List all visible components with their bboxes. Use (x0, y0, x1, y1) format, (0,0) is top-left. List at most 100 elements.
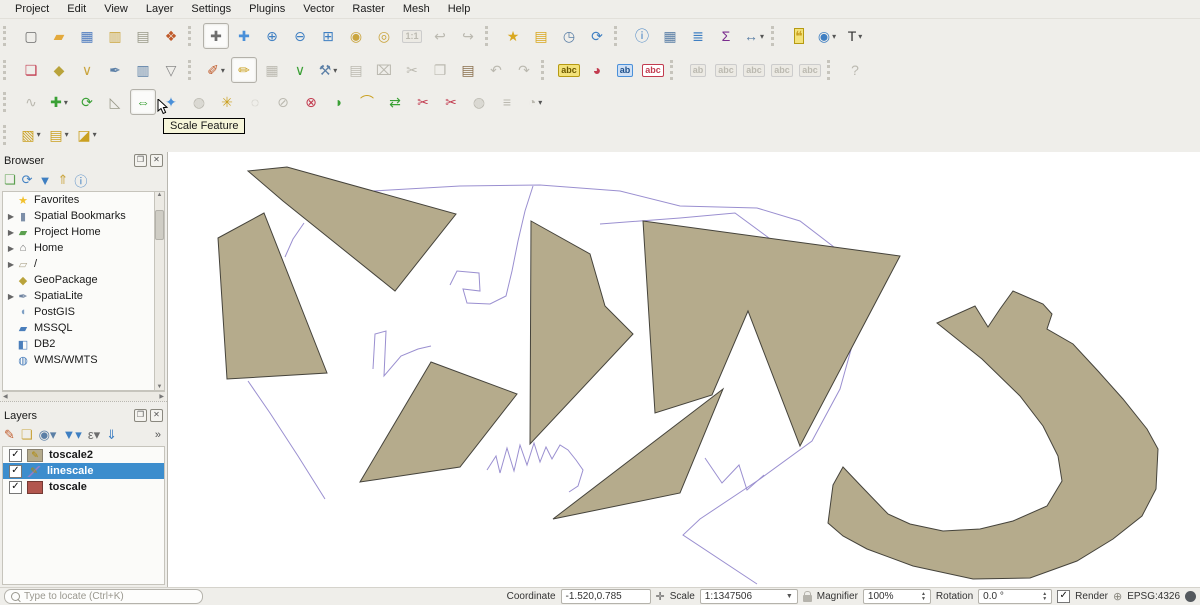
vertex-tool-dropdown-icon[interactable]: ▾ (333, 66, 337, 75)
offset-curve-button[interactable]: ⌒ (354, 89, 380, 115)
layers-close-icon[interactable]: ✕ (150, 409, 163, 422)
filter-legend-icon[interactable]: ▼▾ (62, 427, 81, 443)
scroll-up-icon[interactable]: ▲ (157, 192, 163, 198)
linescale-feature-4[interactable] (248, 381, 325, 499)
toolbar-handle[interactable] (188, 60, 198, 80)
toscale2-feature-4[interactable] (553, 389, 723, 519)
statistics-panel-button[interactable]: ≣ (685, 23, 711, 49)
browser-item-db2[interactable]: ◧DB2 (3, 336, 154, 352)
filter-browser-icon[interactable]: ▼ (39, 173, 52, 188)
menu-vector[interactable]: Vector (294, 2, 343, 16)
expander-icon[interactable]: ▶ (6, 260, 16, 269)
vertex-tool-button[interactable]: ⚒▾ (315, 57, 341, 83)
new-temporary-scratch-layer-button[interactable]: ▥ (130, 57, 156, 83)
reverse-line-button[interactable]: ⇄ (382, 89, 408, 115)
toscale2-feature-6[interactable] (828, 291, 1158, 579)
linescale-feature-5[interactable] (487, 443, 583, 492)
toolbar-handle[interactable] (485, 26, 495, 46)
browser-close-icon[interactable]: ✕ (150, 154, 163, 167)
browser-horizontal-scrollbar[interactable]: ◀ ▶ (2, 391, 165, 401)
menu-project[interactable]: Project (6, 2, 58, 16)
trim-extend-feature-button[interactable]: ◺ (102, 89, 128, 115)
menu-settings[interactable]: Settings (182, 2, 240, 16)
reshape-features-button[interactable]: ◗ (326, 89, 352, 115)
deselect-features-all-layers-button[interactable]: ◪▾ (74, 122, 100, 148)
browser-undock-icon[interactable]: ❐ (134, 154, 147, 167)
measure-line-dropdown-icon[interactable]: ▾ (760, 32, 764, 41)
coordinate-input[interactable]: -1.520,0.785 (561, 589, 651, 604)
map-canvas[interactable] (168, 152, 1200, 587)
layer-diagram-options-button[interactable]: ◕ (584, 57, 610, 83)
scroll-down-icon[interactable]: ▼ (157, 384, 163, 390)
add-polygon-feature-button[interactable]: ∨ (287, 57, 313, 83)
toolbar-handle[interactable] (188, 26, 198, 46)
open-layer-styling-panel-icon[interactable]: ✎ (4, 427, 15, 443)
pan-map-button[interactable]: ✚ (203, 23, 229, 49)
scroll-right-icon[interactable]: ▶ (159, 393, 164, 400)
browser-item-geopackage[interactable]: ◆GeoPackage (3, 272, 154, 288)
toolbar-handle[interactable] (771, 26, 781, 46)
expander-icon[interactable]: ▶ (6, 228, 16, 237)
browser-properties-icon[interactable]: ⓘ (74, 171, 87, 190)
add-group-icon[interactable]: ❏ (21, 427, 33, 443)
menu-mesh[interactable]: Mesh (394, 2, 439, 16)
scale-combobox[interactable]: 1:1347506 ▼ (700, 589, 798, 604)
style-manager-button[interactable]: ❖ (158, 23, 184, 49)
menu-layer[interactable]: Layer (137, 2, 183, 16)
linescale-feature-3[interactable] (373, 331, 431, 376)
browser-item-mssql[interactable]: ▰MSSQL (3, 320, 154, 336)
layout-manager-button[interactable]: ▤ (130, 23, 156, 49)
browser-item-home[interactable]: ▶⌂Home (3, 240, 154, 256)
show-statistical-summary-button[interactable]: Σ (713, 23, 739, 49)
layer-row-linescale[interactable]: ✓✎linescale (3, 463, 164, 479)
crs-status[interactable]: EPSG:4326 (1127, 591, 1180, 602)
toolbar-handle[interactable] (541, 60, 551, 80)
expander-icon[interactable]: ▶ (6, 244, 16, 253)
menu-view[interactable]: View (95, 2, 137, 16)
toolbar-handle[interactable] (670, 60, 680, 80)
new-virtual-layer-button[interactable]: ▽ (158, 57, 184, 83)
filter-by-expression-icon[interactable]: ε▾ (88, 427, 100, 443)
menu-raster[interactable]: Raster (343, 2, 393, 16)
browser-item-project-home[interactable]: ▶▰Project Home (3, 224, 154, 240)
rotate-feature-button[interactable]: ⟳ (74, 89, 100, 115)
toolbar-handle[interactable] (614, 26, 624, 46)
scale-feature-button[interactable]: ⇔ (130, 89, 156, 115)
map-tips-button[interactable]: ❝ (786, 23, 812, 49)
show-spatial-bookmarks-button[interactable]: ▤ (528, 23, 554, 49)
refresh-browser-icon[interactable]: ⟳ (22, 172, 33, 188)
delete-part-button[interactable]: ⊗ (298, 89, 324, 115)
zoom-to-layer-button[interactable]: ◎ (371, 23, 397, 49)
extents-toggle-icon[interactable]: ✛ (656, 590, 665, 603)
identify-features-button[interactable]: ⓘ (629, 23, 655, 49)
toscale2-feature-5[interactable] (643, 221, 900, 446)
manage-map-themes-icon[interactable]: ◉▾ (39, 427, 57, 443)
current-edits-button[interactable]: ✐▾ (203, 57, 229, 83)
browser-item-spatialite[interactable]: ▶✒SpatiaLite (3, 288, 154, 304)
spinner-arrows-icon[interactable]: ▲▼ (1042, 592, 1047, 602)
split-parts-button[interactable]: ✂ (438, 89, 464, 115)
toolbar-handle[interactable] (3, 60, 13, 80)
split-features-button[interactable]: ✂ (410, 89, 436, 115)
magnifier-spinner[interactable]: 100% ▲▼ (863, 589, 931, 604)
layer-row-toscale[interactable]: ✓toscale (3, 479, 164, 495)
layer-visibility-checkbox[interactable]: ✓ (9, 465, 22, 478)
temporal-controller-button[interactable]: ◷ (556, 23, 582, 49)
layer-visibility-checkbox[interactable]: ✓ (9, 481, 22, 494)
expander-icon[interactable]: ▶ (6, 292, 16, 301)
toolbar-handle[interactable] (3, 26, 13, 46)
zoom-to-selection-button[interactable]: ◉ (343, 23, 369, 49)
select-features-by-area-dropdown-icon[interactable]: ▾ (37, 130, 41, 139)
add-selected-layers-icon[interactable]: ❏ (4, 172, 16, 188)
pin-unpin-labels-button[interactable]: ab (612, 57, 638, 83)
rotation-spinner[interactable]: 0.0 ° ▲▼ (978, 589, 1052, 604)
layer-labeling-options-button[interactable]: abc (556, 57, 582, 83)
toscale2-feature-1[interactable] (218, 213, 327, 379)
run-feature-action-button[interactable]: ◉▾ (814, 23, 840, 49)
pan-to-selection-button[interactable]: ✚ (231, 23, 257, 49)
messages-icon[interactable] (1185, 591, 1196, 602)
new-spatialite-layer-button[interactable]: ✒ (102, 57, 128, 83)
browser-vertical-scrollbar[interactable]: ▲ ▼ (154, 192, 164, 390)
browser-item-spatial-bookmarks[interactable]: ▶▮Spatial Bookmarks (3, 208, 154, 224)
text-annotation-button[interactable]: T▾ (842, 23, 868, 49)
